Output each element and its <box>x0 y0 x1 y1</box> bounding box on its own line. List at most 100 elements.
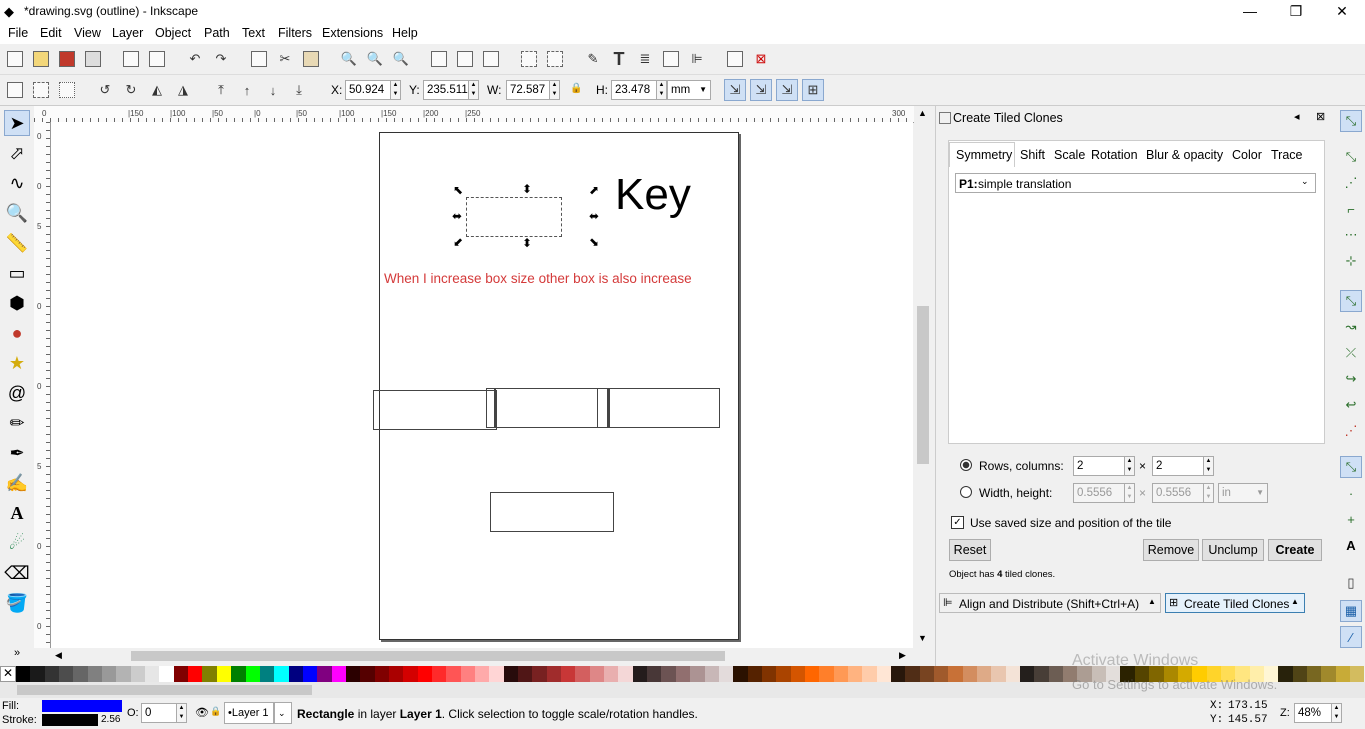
scale-stroke-icon[interactable]: ⇲ <box>724 79 746 101</box>
color-swatch[interactable] <box>159 666 174 682</box>
layer-lock-icon[interactable]: 🔒 <box>210 706 221 717</box>
snap-grids-icon[interactable]: ▦ <box>1340 600 1362 622</box>
tab-shift[interactable]: Shift <box>1020 148 1045 162</box>
color-swatch[interactable] <box>632 666 648 682</box>
palette-scroll-thumb[interactable] <box>17 685 312 695</box>
color-swatch[interactable] <box>73 666 88 682</box>
color-swatch[interactable] <box>302 666 318 682</box>
text-tool-icon[interactable]: A <box>4 500 30 526</box>
color-swatch[interactable] <box>561 666 576 682</box>
move-patterns-icon[interactable]: ⊞ <box>802 79 824 101</box>
snap-centers-icon[interactable]: · <box>1340 482 1362 504</box>
duplicate-icon[interactable] <box>428 48 450 70</box>
color-swatch[interactable] <box>460 666 475 682</box>
annotation-text[interactable]: When I increase box size other box is al… <box>384 271 692 286</box>
docked-tiled-tab[interactable]: ⊞ Create Tiled Clones ▲ <box>1165 593 1305 613</box>
paint-bucket-tool-icon[interactable]: 🪣 <box>4 590 30 616</box>
columns-stepper[interactable]: ▲ ▼ <box>1204 456 1214 476</box>
menu-text[interactable]: Text <box>242 26 265 40</box>
color-swatch[interactable] <box>790 666 805 682</box>
clone-icon[interactable] <box>454 48 476 70</box>
tab-color[interactable]: Color <box>1232 148 1262 162</box>
snap-bbox-corner-icon[interactable]: ⌐ <box>1340 198 1362 220</box>
create-button[interactable]: Create <box>1268 539 1322 561</box>
color-swatch[interactable] <box>345 666 361 682</box>
color-swatch[interactable] <box>575 666 590 682</box>
rotate-ccw-icon[interactable]: ↺ <box>94 79 116 101</box>
color-swatch[interactable] <box>30 666 45 682</box>
snap-cusp-nodes-icon[interactable]: ↪ <box>1340 368 1362 390</box>
color-swatch[interactable] <box>934 666 949 682</box>
new-document-icon[interactable] <box>4 48 26 70</box>
y-input[interactable]: 235.511 <box>423 80 469 100</box>
color-swatch[interactable] <box>690 666 705 682</box>
scroll-right-icon[interactable]: ▶ <box>899 650 906 661</box>
color-swatch[interactable] <box>317 666 332 682</box>
unlink-clone-icon[interactable] <box>480 48 502 70</box>
use-saved-checkbox[interactable]: ✓ <box>951 516 964 529</box>
color-swatch[interactable] <box>374 666 389 682</box>
layers-icon[interactable]: ≣ <box>634 48 656 70</box>
horizontal-scrollbar[interactable]: ◀ ▶ <box>51 649 913 663</box>
rows-stepper[interactable]: ▲ ▼ <box>1125 456 1135 476</box>
spray-tool-icon[interactable]: ☄ <box>4 530 30 556</box>
reset-button[interactable]: Reset <box>949 539 991 561</box>
color-swatch[interactable] <box>489 666 504 682</box>
color-swatch[interactable] <box>919 666 934 682</box>
color-swatch[interactable] <box>905 666 920 682</box>
w-stepper[interactable]: ▲ ▼ <box>550 80 560 100</box>
stroke-width-value[interactable]: 2.56 <box>101 714 120 725</box>
color-swatch[interactable] <box>288 666 303 682</box>
snap-others-icon[interactable]: ⤡ <box>1340 456 1362 478</box>
color-swatch[interactable] <box>16 666 31 682</box>
lock-icon[interactable]: 🔒 <box>570 83 582 94</box>
selected-rectangle[interactable] <box>466 197 562 237</box>
text-font-icon[interactable]: T <box>608 48 630 70</box>
color-swatch[interactable] <box>1020 666 1035 682</box>
key-text[interactable]: Key <box>615 170 691 220</box>
opacity-input[interactable]: 0 <box>141 703 177 723</box>
color-swatch[interactable] <box>431 666 447 682</box>
scroll-down-icon[interactable]: ▼ <box>918 633 927 643</box>
snap-page-border-icon[interactable]: ▯ <box>1340 572 1362 594</box>
color-swatch[interactable] <box>87 666 103 682</box>
scale-handle-w-icon[interactable]: ⬌ <box>452 209 462 223</box>
color-swatch[interactable] <box>245 666 260 682</box>
deselect-icon[interactable] <box>56 79 78 101</box>
group-icon[interactable] <box>518 48 540 70</box>
rows-columns-radio[interactable] <box>960 459 972 471</box>
snap-bbox-midpoint-icon[interactable]: ⋯ <box>1340 224 1362 246</box>
cut-icon[interactable]: ✂ <box>274 48 296 70</box>
chevron-down-icon[interactable]: ⌄ <box>274 702 292 724</box>
color-swatch[interactable] <box>876 666 891 682</box>
menu-edit[interactable]: Edit <box>40 26 62 40</box>
scale-handle-e-icon[interactable]: ⬌ <box>589 209 599 223</box>
color-swatch[interactable] <box>145 666 160 682</box>
move-gradients-icon[interactable]: ⇲ <box>776 79 798 101</box>
import-icon[interactable] <box>120 48 142 70</box>
xml-editor-icon[interactable] <box>660 48 682 70</box>
print-icon[interactable] <box>82 48 104 70</box>
color-swatch[interactable] <box>661 666 676 682</box>
open-document-icon[interactable] <box>30 48 52 70</box>
pencil-tool-icon[interactable]: ✏ <box>4 410 30 436</box>
x-stepper[interactable]: ▲ ▼ <box>391 80 401 100</box>
color-swatch[interactable] <box>1278 666 1293 682</box>
scale-handle-ne-icon[interactable]: ⬈ <box>589 183 599 197</box>
eraser-tool-icon[interactable]: ⌫ <box>4 560 30 586</box>
menu-path[interactable]: Path <box>204 26 230 40</box>
color-swatch[interactable] <box>618 666 633 682</box>
color-swatch[interactable] <box>776 666 791 682</box>
snap-text-baseline-icon[interactable]: A <box>1340 534 1362 556</box>
snap-enable-icon[interactable]: ⤡ <box>1340 110 1362 132</box>
snap-bbox-edge-icon[interactable]: ⋰ <box>1340 172 1362 194</box>
color-swatch[interactable] <box>532 666 547 682</box>
menu-view[interactable]: View <box>74 26 101 40</box>
color-swatch[interactable] <box>173 666 189 682</box>
color-swatch[interactable] <box>202 666 217 682</box>
rotate-cw-icon[interactable]: ↻ <box>120 79 142 101</box>
color-swatch[interactable] <box>647 666 662 682</box>
snap-guides-icon[interactable]: ⁄ <box>1340 626 1362 648</box>
color-swatch[interactable] <box>446 666 461 682</box>
zoom-input[interactable]: 48% <box>1294 703 1332 723</box>
